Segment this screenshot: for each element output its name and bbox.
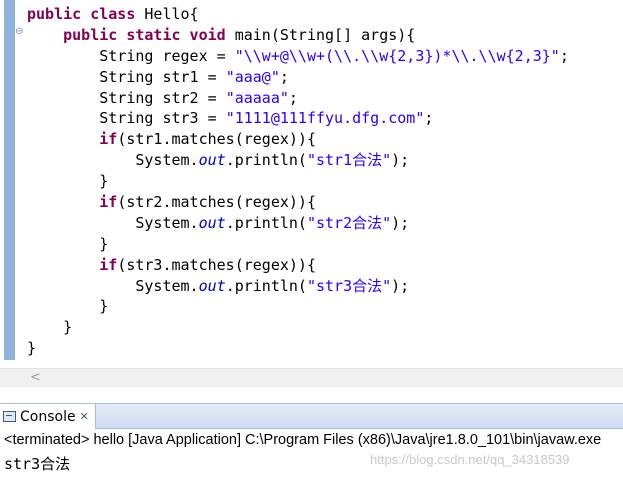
code-line: System.out.println("str1合法"); — [27, 150, 569, 171]
code-token: public static void — [63, 25, 235, 44]
code-line: } — [27, 234, 569, 255]
code-token: (str3.matches(regex)){ — [117, 255, 316, 274]
code-token: if — [99, 255, 118, 274]
console-tab-bar: Console ✕ — [0, 403, 623, 429]
code-token: System. — [27, 151, 199, 170]
horizontal-scrollbar[interactable]: < — [0, 368, 623, 387]
code-token: } — [27, 297, 109, 316]
code-line: } — [27, 338, 569, 359]
code-token: ; — [559, 46, 569, 65]
code-line: System.out.println("str3合法"); — [27, 276, 569, 297]
close-icon[interactable]: ✕ — [80, 410, 89, 423]
editor-ruler — [4, 0, 15, 360]
code-line: public class Hello{ — [27, 4, 569, 25]
code-token: "aaaaa" — [225, 88, 289, 107]
code-token: out — [198, 213, 226, 232]
code-token: "1111@111ffyu.dfg.com" — [225, 109, 425, 128]
code-line: if(str2.matches(regex)){ — [27, 192, 569, 213]
code-token: System. — [27, 276, 199, 295]
code-token: out — [198, 276, 226, 295]
code-line: if(str1.matches(regex)){ — [27, 129, 569, 150]
code-line: String str1 = "aaa@"; — [27, 67, 569, 88]
code-editor[interactable]: ⊖ public class Hello{ public static void… — [0, 0, 623, 368]
code-token: main(String[] args){ — [234, 25, 416, 44]
code-token: .println( — [225, 213, 307, 232]
code-token: .println( — [225, 151, 307, 170]
code-line: String regex = "\\w+@\\w+(\\.\\w{2,3})*\… — [27, 46, 569, 67]
code-token: ; — [424, 109, 434, 128]
code-token: if — [99, 193, 118, 212]
code-token: } — [27, 172, 109, 191]
code-line: if(str3.matches(regex)){ — [27, 255, 569, 276]
tab-console[interactable]: Console ✕ — [0, 404, 96, 429]
code-area[interactable]: public class Hello{ public static void m… — [27, 4, 569, 359]
panel-gap — [0, 387, 623, 403]
console-tab-label: Console — [20, 408, 76, 425]
code-line: System.out.println("str2合法"); — [27, 213, 569, 234]
fold-icon[interactable]: ⊖ — [15, 27, 23, 37]
code-token: "str1合法" — [306, 151, 392, 170]
code-token: } — [27, 318, 73, 337]
console-status: <terminated> hello [Java Application] C:… — [4, 432, 602, 448]
code-token: ); — [391, 213, 410, 232]
code-token: String regex = — [27, 46, 235, 65]
console-output-line: str3合法 — [4, 455, 71, 473]
code-token: } — [27, 339, 37, 358]
code-line: public static void main(String[] args){ — [27, 25, 569, 46]
code-line: } — [27, 296, 569, 317]
code-token: "aaa@" — [225, 67, 280, 86]
code-token: if — [99, 130, 118, 149]
code-token: System. — [27, 213, 199, 232]
code-token: "\\w+@\\w+(\\.\\w{2,3})*\\.\\w{2,3}" — [234, 46, 560, 65]
code-token: "str3合法" — [306, 276, 392, 295]
code-token: Hello{ — [144, 5, 199, 23]
code-token: } — [27, 234, 109, 253]
code-line: } — [27, 171, 569, 192]
code-token: (str1.matches(regex)){ — [117, 130, 316, 149]
code-token: String str3 = — [27, 109, 226, 128]
code-token: ); — [391, 276, 410, 295]
code-token: public class — [27, 5, 145, 23]
code-line: String str2 = "aaaaa"; — [27, 88, 569, 109]
code-token: String str1 = — [27, 67, 226, 86]
code-token: ; — [279, 67, 289, 86]
console-icon — [3, 411, 16, 422]
watermark: https://blog.csdn.net/qq_34318539 — [370, 452, 570, 467]
code-token: out — [198, 151, 226, 170]
code-token: ); — [391, 151, 410, 170]
code-line: } — [27, 317, 569, 338]
code-token: (str2.matches(regex)){ — [117, 193, 316, 212]
code-line: String str3 = "1111@111ffyu.dfg.com"; — [27, 108, 569, 129]
code-token: ; — [288, 88, 298, 107]
code-token: String str2 = — [27, 88, 226, 107]
code-token: .println( — [225, 276, 307, 295]
code-token: "str2合法" — [306, 213, 392, 232]
scroll-left-icon[interactable]: < — [30, 369, 41, 387]
